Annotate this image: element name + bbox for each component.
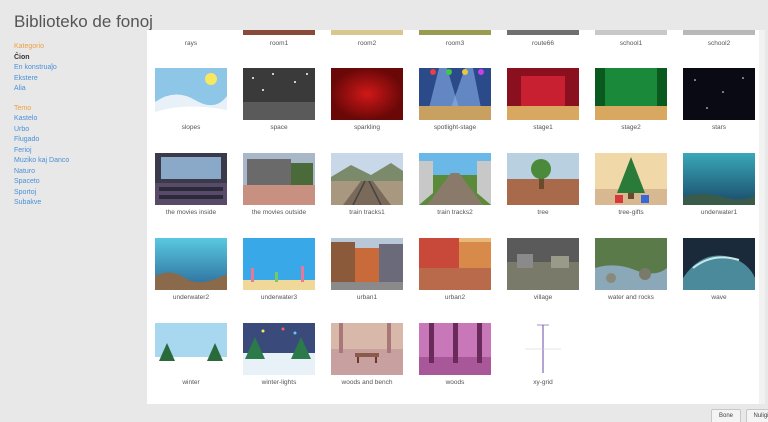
room2-thumbnail[interactable] <box>331 30 403 35</box>
sidebar-item-other[interactable]: Alia <box>14 84 144 95</box>
xy-grid-thumbnail[interactable] <box>507 323 579 375</box>
school2-thumbnail[interactable] <box>683 30 755 35</box>
tile-label: xy-grid <box>533 379 553 386</box>
category-header: Kategorio <box>14 43 44 50</box>
tile-label: room3 <box>445 40 465 47</box>
tile-label: village <box>533 294 553 301</box>
tile-label: tree <box>537 209 549 216</box>
sidebar-item-outdoors[interactable]: Ekstere <box>14 74 144 85</box>
room1-thumbnail[interactable] <box>243 30 315 35</box>
tile-label: train tracks2 <box>437 209 473 216</box>
movies-inside-thumbnail[interactable] <box>155 153 227 205</box>
village-thumbnail[interactable] <box>507 238 579 290</box>
underwater1-thumbnail[interactable] <box>683 153 755 205</box>
dialog-title: Biblioteko de fonoj <box>14 12 153 31</box>
ok-button[interactable]: Bone <box>711 409 741 422</box>
tile-label: room2 <box>357 40 377 47</box>
route66-thumbnail[interactable] <box>507 30 579 35</box>
spotlight-stage-thumbnail[interactable] <box>419 68 491 120</box>
woods-bench-thumbnail[interactable] <box>331 323 403 375</box>
sidebar-item-underwater[interactable]: Subakve <box>14 198 144 209</box>
sidebar-item-nature[interactable]: Naturo <box>14 167 144 178</box>
sidebar-item-sports[interactable]: Sportoj <box>14 188 144 199</box>
tile-label: sparkling <box>353 124 380 131</box>
stars-thumbnail[interactable] <box>683 68 755 120</box>
grid-scrollbar[interactable] <box>759 30 765 404</box>
underwater3-thumbnail[interactable] <box>243 238 315 290</box>
room3-thumbnail[interactable] <box>419 30 491 35</box>
winter-thumbnail[interactable] <box>155 323 227 375</box>
train-tracks2-thumbnail[interactable] <box>419 153 491 205</box>
rays-thumbnail[interactable] <box>155 30 227 35</box>
urban1-thumbnail[interactable] <box>331 238 403 290</box>
sidebar-item-castle[interactable]: Kastelo <box>14 114 144 125</box>
tile-label: the movies outside <box>251 209 307 216</box>
tree-gifts-thumbnail[interactable] <box>595 153 667 205</box>
winter-lights-thumbnail[interactable] <box>243 323 315 375</box>
tile-label: tree-gifts <box>618 209 644 216</box>
sidebar-item-all[interactable]: Ĉion <box>14 53 144 64</box>
tile-label: rays <box>184 40 198 47</box>
tree-thumbnail[interactable] <box>507 153 579 205</box>
underwater2-thumbnail[interactable] <box>155 238 227 290</box>
tile-label: woods and bench <box>341 379 393 386</box>
theme-header: Temo <box>14 104 32 112</box>
wave-thumbnail[interactable] <box>683 238 755 290</box>
tile-label: school2 <box>707 40 731 47</box>
sidebar-item-flying[interactable]: Flugado <box>14 135 144 146</box>
sidebar-item-holiday[interactable]: Ferioj <box>14 146 144 157</box>
train-tracks1-thumbnail[interactable] <box>331 153 403 205</box>
tile-label: school1 <box>619 40 643 47</box>
tile-label: underwater2 <box>172 294 210 301</box>
sidebar-item-music-dance[interactable]: Muziko kaj Danco <box>14 156 144 167</box>
tile-label: stage1 <box>533 124 553 131</box>
slopes-thumbnail[interactable] <box>155 68 227 120</box>
tile-label: spotlight-stage <box>433 124 477 131</box>
school1-thumbnail[interactable] <box>595 30 667 35</box>
woods-thumbnail[interactable] <box>419 323 491 375</box>
stage2-thumbnail[interactable] <box>595 68 667 120</box>
tile-label: wave <box>711 294 727 301</box>
tile-label: underwater1 <box>700 209 738 216</box>
urban2-thumbnail[interactable] <box>419 238 491 290</box>
tile-label: urban2 <box>444 294 466 301</box>
sidebar-item-space[interactable]: Spaceto <box>14 177 144 188</box>
sparkling-thumbnail[interactable] <box>331 68 403 120</box>
tile-label: urban1 <box>356 294 378 301</box>
tile-label: woods <box>445 379 465 386</box>
sidebar-item-city[interactable]: Urbo <box>14 125 144 136</box>
tile-label: winter-lights <box>261 379 297 386</box>
tile-label: slopes <box>181 124 201 131</box>
tile-label: train tracks1 <box>349 209 385 216</box>
water-rocks-thumbnail[interactable] <box>595 238 667 290</box>
tile-label: space <box>270 124 288 131</box>
stage1-thumbnail[interactable] <box>507 68 579 120</box>
cancel-button[interactable]: Nuligi <box>746 409 768 422</box>
space-thumbnail[interactable] <box>243 68 315 120</box>
sidebar-item-indoors[interactable]: En konstruaĵo <box>14 63 144 74</box>
tile-label: route66 <box>531 40 555 47</box>
tile-label: room1 <box>269 40 289 47</box>
sidebar: Kategorio Ĉion En konstruaĵo Ekstere Ali… <box>14 42 144 209</box>
tile-label: stage2 <box>621 124 641 131</box>
tile-label: winter <box>182 379 200 386</box>
tile-label: water and rocks <box>608 294 654 301</box>
tile-label: stars <box>711 124 727 131</box>
tile-label: the movies inside <box>165 209 217 216</box>
movies-outside-thumbnail[interactable] <box>243 153 315 205</box>
backdrop-grid: rays room1 room2 room3 route66 school1 s… <box>147 30 765 404</box>
tile-label: underwater3 <box>260 294 298 301</box>
